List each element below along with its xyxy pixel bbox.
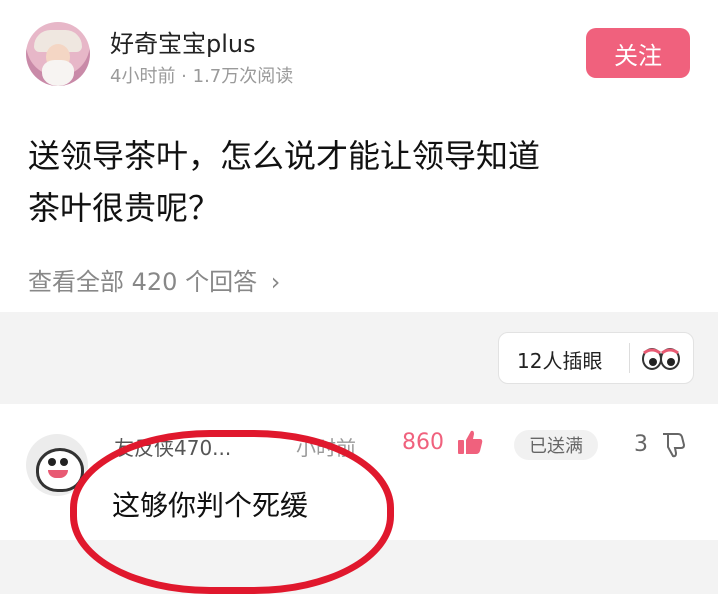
question-title-line2: 茶叶很贵呢？	[28, 189, 221, 227]
view-all-label: 查看全部 420 个回答	[28, 268, 258, 296]
avatar-eye	[48, 458, 56, 466]
avatar-beard	[42, 60, 74, 86]
poke-label: 12人插眼	[517, 349, 603, 373]
divider	[629, 343, 630, 373]
like-count: 860	[402, 430, 444, 455]
eyes-icon	[642, 348, 680, 370]
chevron-right-icon: ›	[270, 268, 281, 296]
post-meta: 4小时前 · 1.7万次阅读	[110, 66, 294, 87]
dislike-count: 3	[634, 432, 648, 457]
question-title-line1: 送领导茶叶，怎么说才能让领导知道	[28, 137, 541, 175]
question-title[interactable]: 送领导茶叶，怎么说才能让领导知道 茶叶很贵呢？	[28, 130, 688, 234]
thumbs-down-icon[interactable]	[660, 432, 686, 458]
author-avatar[interactable]	[26, 22, 90, 86]
view-all-answers-link[interactable]: 查看全部 420 个回答 ›	[28, 262, 280, 297]
poke-button[interactable]: 12人插眼	[498, 332, 694, 384]
thumbs-up-icon[interactable]	[456, 428, 484, 456]
red-annotation-circle	[70, 430, 394, 594]
avatar-eye	[60, 458, 68, 466]
author-name[interactable]: 好奇宝宝plus	[110, 24, 256, 59]
follow-button[interactable]: 关注	[586, 28, 690, 78]
sent-badge[interactable]: 已送满	[514, 430, 598, 460]
question-card: 好奇宝宝plus 4小时前 · 1.7万次阅读 关注 送领导茶叶，怎么说才能让领…	[0, 0, 718, 312]
